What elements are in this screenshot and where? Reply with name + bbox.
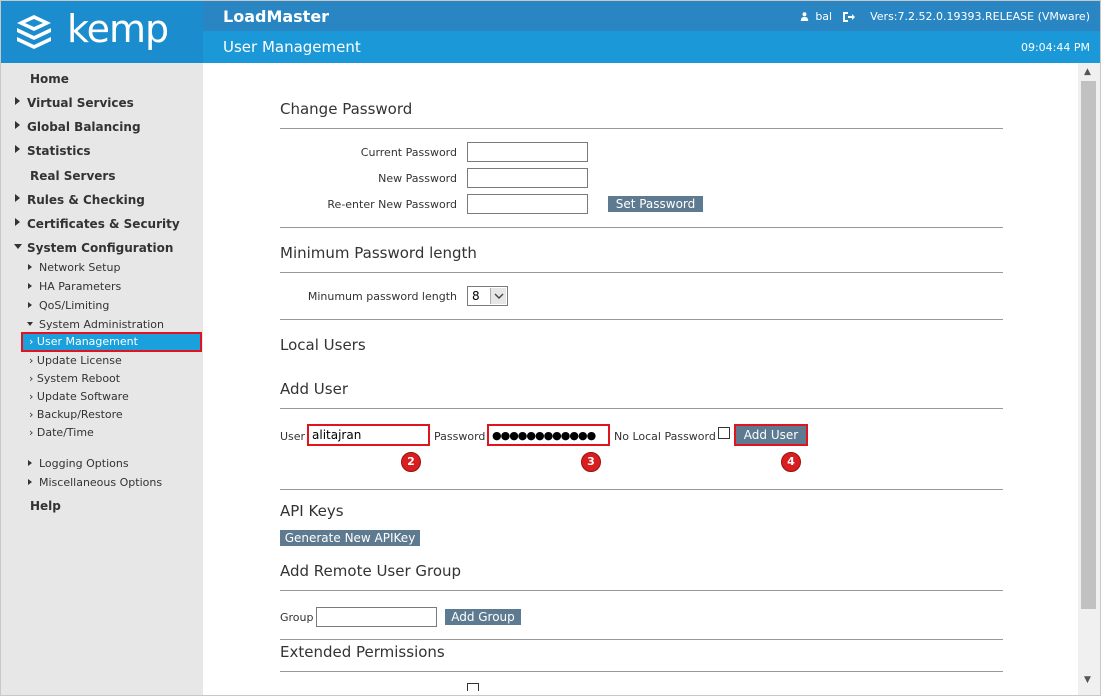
- no-local-password-label: No Local Password: [614, 430, 716, 443]
- section-title-change-password: Change Password: [280, 100, 413, 118]
- divider: [280, 408, 1003, 409]
- version-text: Vers:7.2.52.0.19393.RELEASE (VMware): [870, 10, 1090, 23]
- main-content: Change Password Current Password New Pas…: [203, 63, 1078, 695]
- generate-apikey-button[interactable]: Generate New APIKey: [280, 530, 420, 546]
- nav-update-license[interactable]: › Update License: [29, 354, 122, 367]
- add-group-button[interactable]: Add Group: [445, 609, 521, 625]
- divider: [280, 671, 1003, 672]
- user-area: bal Vers:7.2.52.0.19393.RELEASE (VMware): [800, 10, 1090, 23]
- caret-right-icon: [15, 194, 20, 202]
- password-input[interactable]: ●●●●●●●●●●●●: [487, 424, 610, 446]
- nav-rules-checking[interactable]: Rules & Checking: [27, 193, 145, 207]
- section-title-extended-permissions: Extended Permissions: [280, 643, 445, 661]
- nav-ha-parameters[interactable]: HA Parameters: [39, 280, 121, 293]
- nav-system-administration[interactable]: System Administration: [39, 318, 164, 331]
- section-title-remote-group: Add Remote User Group: [280, 562, 462, 580]
- no-local-password-checkbox[interactable]: [718, 427, 730, 439]
- reenter-password-label: Re-enter New Password: [327, 198, 457, 211]
- kemp-logo-icon: [17, 15, 51, 49]
- caret-right-icon: [15, 218, 20, 226]
- divider: [280, 128, 1003, 129]
- nav-network-setup[interactable]: Network Setup: [39, 261, 120, 274]
- app-title: LoadMaster: [223, 7, 330, 26]
- page-title: User Management: [223, 38, 361, 56]
- nav-system-reboot[interactable]: › System Reboot: [29, 372, 120, 385]
- divider: [280, 639, 1003, 640]
- nav-real-servers[interactable]: Real Servers: [30, 169, 116, 183]
- current-password-label: Current Password: [360, 146, 457, 159]
- scroll-down-arrow-icon[interactable]: ▼: [1084, 675, 1091, 685]
- nav-backup-restore[interactable]: › Backup/Restore: [29, 408, 123, 421]
- new-password-label: New Password: [378, 172, 457, 185]
- group-input[interactable]: [316, 607, 437, 627]
- nav-home[interactable]: Home: [30, 72, 69, 86]
- clock: 09:04:44 PM: [1020, 41, 1090, 54]
- min-password-length-value: 8: [472, 289, 480, 303]
- caret-right-icon: [15, 121, 20, 129]
- annotation-marker-3: 3: [581, 452, 601, 472]
- nav-user-management[interactable]: › User Management: [21, 332, 202, 352]
- set-password-button[interactable]: Set Password: [608, 196, 703, 212]
- caret-right-icon: [28, 302, 32, 308]
- nav-help[interactable]: Help: [30, 499, 61, 513]
- group-label: Group: [280, 611, 314, 624]
- top-bar: LoadMaster bal Vers:7.2.52.0.19393.RELEA…: [203, 1, 1100, 31]
- nav-statistics[interactable]: Statistics: [27, 144, 91, 158]
- divider: [280, 590, 1003, 591]
- caret-down-icon: [27, 322, 33, 326]
- caret-right-icon: [15, 97, 20, 105]
- add-user-button[interactable]: Add User: [734, 424, 808, 446]
- divider: [280, 227, 1003, 228]
- logo[interactable]: kemp: [1, 1, 203, 63]
- new-password-input[interactable]: [467, 168, 588, 188]
- user-icon: [801, 12, 809, 21]
- divider: [280, 319, 1003, 320]
- sidebar: Home Virtual Services Global Balancing S…: [1, 63, 228, 695]
- min-password-length-label: Minumum password length: [307, 290, 457, 303]
- caret-right-icon: [28, 460, 32, 466]
- password-label: Password: [434, 430, 486, 443]
- divider: [280, 489, 1003, 490]
- dropdown-box: [490, 288, 506, 304]
- nav-global-balancing[interactable]: Global Balancing: [27, 120, 141, 134]
- scrollbar-thumb[interactable]: [1081, 81, 1096, 609]
- extended-permission-checkbox[interactable]: [467, 683, 479, 691]
- scrollbar[interactable]: ▲ ▼: [1078, 63, 1100, 695]
- username[interactable]: bal: [815, 10, 832, 23]
- section-title-add-user: Add User: [280, 380, 348, 398]
- annotation-marker-4: 4: [781, 452, 801, 472]
- chevron-down-icon: [494, 293, 504, 299]
- caret-down-icon: [14, 244, 22, 249]
- sub-bar: User Management 09:04:44 PM: [203, 31, 1100, 63]
- annotation-marker-2: 2: [401, 452, 421, 472]
- logo-text: kemp: [67, 7, 169, 51]
- nav-virtual-services[interactable]: Virtual Services: [27, 96, 134, 110]
- nav-logging-options[interactable]: Logging Options: [39, 457, 129, 470]
- nav-system-configuration[interactable]: System Configuration: [27, 241, 173, 255]
- nav-update-software[interactable]: › Update Software: [29, 390, 129, 403]
- divider: [280, 272, 1003, 273]
- current-password-input[interactable]: [467, 142, 588, 162]
- browser-frame: kemp LoadMaster bal Vers:7.2.52.0.19393.…: [0, 0, 1101, 696]
- section-title-local-users: Local Users: [280, 336, 366, 354]
- caret-right-icon: [28, 264, 32, 270]
- caret-right-icon: [15, 145, 20, 153]
- nav-date-time[interactable]: › Date/Time: [29, 426, 94, 439]
- section-title-api-keys: API Keys: [280, 502, 344, 520]
- nav-certificates-security[interactable]: Certificates & Security: [27, 217, 180, 231]
- logout-icon[interactable]: [842, 11, 856, 23]
- user-label: User: [280, 430, 306, 443]
- scroll-up-arrow-icon[interactable]: ▲: [1084, 67, 1091, 77]
- nav-user-management-label: User Management: [36, 335, 138, 348]
- nav-misc-options[interactable]: Miscellaneous Options: [39, 476, 162, 489]
- nav-qos-limiting[interactable]: QoS/Limiting: [39, 299, 109, 312]
- caret-right-icon: [28, 479, 32, 485]
- username-input[interactable]: alitajran: [307, 424, 430, 446]
- min-password-length-select[interactable]: 8: [467, 286, 508, 306]
- caret-right-icon: [28, 283, 32, 289]
- section-title-min-password: Minimum Password length: [280, 244, 477, 262]
- reenter-password-input[interactable]: [467, 194, 588, 214]
